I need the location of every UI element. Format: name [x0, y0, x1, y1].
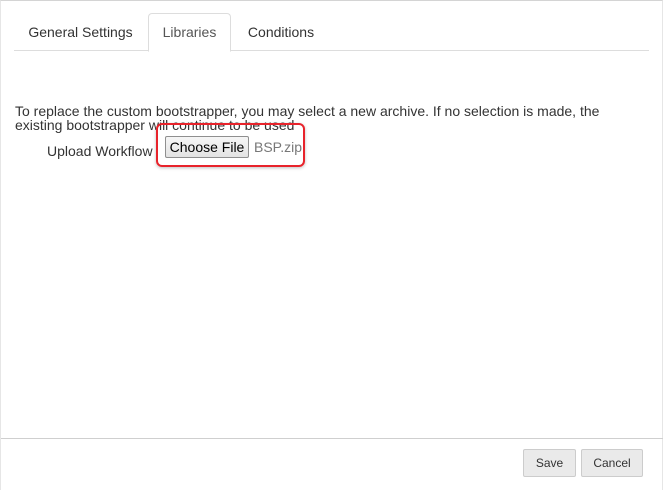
upload-workflow-label: Upload Workflow [47, 143, 153, 159]
save-button[interactable]: Save [523, 449, 576, 477]
tab-general-settings[interactable]: General Settings [14, 13, 147, 51]
choose-file-button[interactable]: Choose File [165, 136, 249, 158]
libraries-description: To replace the custom bootstrapper, you … [15, 103, 600, 133]
footer-divider [1, 438, 663, 439]
tab-conditions[interactable]: Conditions [236, 13, 326, 51]
cancel-button[interactable]: Cancel [581, 449, 643, 477]
selected-file-name: BSP.zip [254, 139, 302, 155]
tab-libraries[interactable]: Libraries [148, 13, 231, 52]
dialog: General Settings Libraries Conditions To… [0, 0, 663, 490]
tab-bar: General Settings Libraries Conditions [14, 13, 649, 52]
